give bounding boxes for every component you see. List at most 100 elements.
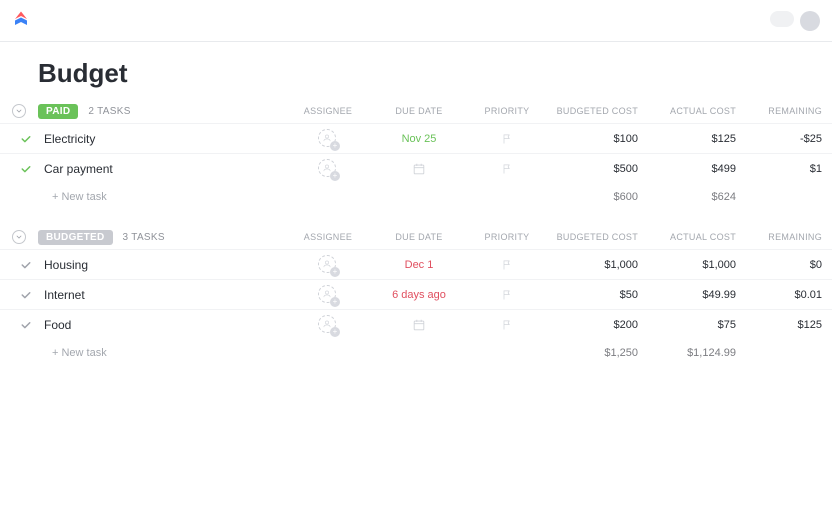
due-date-text[interactable]: 6 days ago [392, 289, 446, 301]
collapse-toggle[interactable] [12, 104, 26, 118]
new-task-button[interactable]: + New task [38, 191, 286, 203]
task-check[interactable] [0, 319, 38, 331]
flag-icon[interactable] [501, 259, 513, 271]
sum-actual: $1,124.99 [648, 347, 746, 359]
calendar-icon[interactable] [412, 318, 426, 332]
task-row[interactable]: Internet +6 days ago $50$49.99$0.01 [0, 279, 832, 309]
remaining-cost[interactable]: -$25 [746, 133, 832, 145]
task-check[interactable] [0, 133, 38, 145]
actual-cost[interactable]: $49.99 [648, 289, 746, 301]
task-row[interactable]: Electricity + Nov 25 $100$125-$25 [0, 123, 832, 153]
topbar-pill-1[interactable] [770, 11, 794, 27]
actual-cost[interactable]: $125 [648, 133, 746, 145]
remaining-cost[interactable]: $1 [746, 163, 832, 175]
priority-cell[interactable] [468, 133, 546, 145]
topbar [0, 0, 832, 42]
page-title: Budget [0, 42, 832, 99]
col-priority: PRIORITY [468, 106, 546, 116]
task-row[interactable]: Car payment + $500$499$1 [0, 153, 832, 183]
checkmark-icon [20, 259, 32, 271]
priority-cell[interactable] [468, 163, 546, 175]
col-budgeted: BUDGETED COST [546, 232, 648, 242]
plus-icon: + [330, 171, 340, 181]
col-assignee: ASSIGNEE [286, 106, 370, 116]
checkmark-icon [20, 133, 32, 145]
checkmark-icon [20, 319, 32, 331]
task-name[interactable]: Food [38, 318, 286, 332]
due-date-text[interactable]: Nov 25 [402, 133, 437, 145]
actual-cost[interactable]: $75 [648, 319, 746, 331]
col-priority: PRIORITY [468, 232, 546, 242]
budgeted-cost[interactable]: $500 [546, 163, 648, 175]
col-remaining: REMAINING [746, 106, 832, 116]
task-count: 2 TASKS [88, 106, 130, 117]
plus-icon: + [330, 327, 340, 337]
task-count: 3 TASKS [123, 232, 165, 243]
topbar-actions [770, 11, 820, 31]
group-header: BUDGETED 3 TASKS ASSIGNEEDUE DATEPRIORITYB… [0, 225, 832, 249]
col-actual: ACTUAL COST [648, 232, 746, 242]
due-date-cell[interactable]: 6 days ago [370, 289, 468, 301]
chevron-down-icon [15, 107, 23, 115]
assignee-add[interactable]: + [318, 255, 338, 275]
summary-row: + New task $1,250$1,124.99 [0, 339, 832, 367]
budgeted-cost[interactable]: $50 [546, 289, 648, 301]
sum-budgeted: $1,250 [546, 347, 648, 359]
collapse-toggle[interactable] [12, 230, 26, 244]
assignee-add[interactable]: + [318, 285, 338, 305]
assignee-add[interactable]: + [318, 315, 338, 335]
task-name[interactable]: Car payment [38, 162, 286, 176]
status-badge[interactable]: BUDGETED [38, 230, 113, 245]
col-due-date: DUE DATE [370, 106, 468, 116]
flag-icon[interactable] [501, 133, 513, 145]
chevron-down-icon [15, 233, 23, 241]
calendar-icon[interactable] [412, 162, 426, 176]
budgeted-cost[interactable]: $100 [546, 133, 648, 145]
priority-cell[interactable] [468, 289, 546, 301]
new-task-button[interactable]: + New task [38, 347, 286, 359]
task-check[interactable] [0, 163, 38, 175]
remaining-cost[interactable]: $0.01 [746, 289, 832, 301]
due-date-cell[interactable] [370, 318, 468, 332]
plus-icon: + [330, 267, 340, 277]
remaining-cost[interactable]: $125 [746, 319, 832, 331]
assignee-add[interactable]: + [318, 159, 338, 179]
due-date-cell[interactable]: Nov 25 [370, 133, 468, 145]
priority-cell[interactable] [468, 259, 546, 271]
col-actual: ACTUAL COST [648, 106, 746, 116]
flag-icon[interactable] [501, 163, 513, 175]
actual-cost[interactable]: $499 [648, 163, 746, 175]
actual-cost[interactable]: $1,000 [648, 259, 746, 271]
task-row[interactable]: Housing+Dec 1$1,000$1,000$0 [0, 249, 832, 279]
checkmark-icon [20, 163, 32, 175]
summary-row: + New task $600$624 [0, 183, 832, 211]
topbar-avatar[interactable] [800, 11, 820, 31]
assignee-add[interactable]: + [318, 129, 338, 149]
sum-budgeted: $600 [546, 191, 648, 203]
logo [12, 10, 30, 31]
sum-actual: $624 [648, 191, 746, 203]
group-header: PAID 2 TASKS ASSIGNEEDUE DATEPRIORITYBUDGE… [0, 99, 832, 123]
task-name[interactable]: Electricity [38, 132, 286, 146]
status-badge[interactable]: PAID [38, 104, 78, 119]
plus-icon: + [330, 141, 340, 151]
due-date-text[interactable]: Dec 1 [405, 259, 434, 271]
col-budgeted: BUDGETED COST [546, 106, 648, 116]
remaining-cost[interactable]: $0 [746, 259, 832, 271]
budgeted-cost[interactable]: $1,000 [546, 259, 648, 271]
task-check[interactable] [0, 289, 38, 301]
priority-cell[interactable] [468, 319, 546, 331]
budgeted-cost[interactable]: $200 [546, 319, 648, 331]
task-name[interactable]: Housing [38, 258, 286, 272]
task-row[interactable]: Food + $200$75$125 [0, 309, 832, 339]
due-date-cell[interactable] [370, 162, 468, 176]
flag-icon[interactable] [501, 289, 513, 301]
due-date-cell[interactable]: Dec 1 [370, 259, 468, 271]
col-due-date: DUE DATE [370, 232, 468, 242]
plus-icon: + [330, 297, 340, 307]
col-assignee: ASSIGNEE [286, 232, 370, 242]
flag-icon[interactable] [501, 319, 513, 331]
col-remaining: REMAINING [746, 232, 832, 242]
task-name[interactable]: Internet [38, 288, 286, 302]
task-check[interactable] [0, 259, 38, 271]
